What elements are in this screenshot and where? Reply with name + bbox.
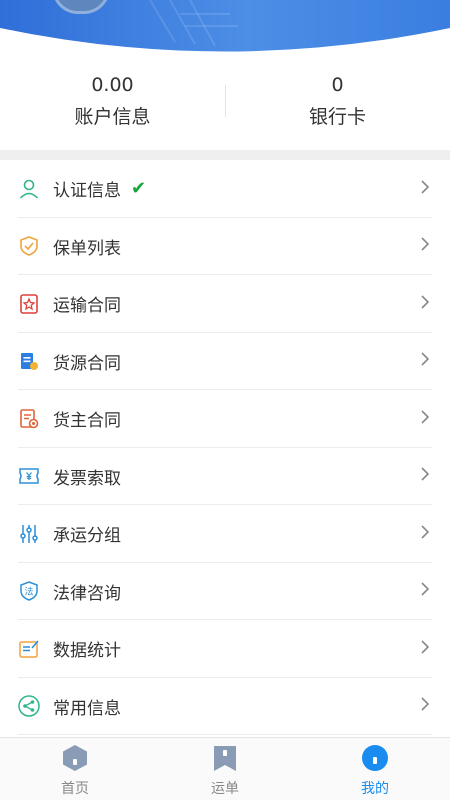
menu-list: 认证信息 ✔ 保单列表 运输合同 货源合同 货主合同 发票索取 承运分组 法 法… — [0, 160, 450, 735]
tab-label: 我的 — [361, 781, 389, 797]
bookmark-icon — [211, 744, 239, 772]
chevron-right-icon — [420, 294, 430, 314]
bottom-tab-bar: 首页 运单 我的 — [0, 737, 450, 800]
shield-check-icon — [18, 235, 40, 257]
chevron-right-icon — [420, 179, 430, 199]
invoice-icon — [18, 465, 40, 487]
menu-item-cargo-contract[interactable]: 货源合同 — [0, 333, 450, 391]
menu-item-label: 货主合同 — [53, 411, 121, 432]
share-icon — [18, 695, 40, 717]
menu-item-label: 认证信息 — [53, 181, 121, 202]
chevron-right-icon — [420, 236, 430, 256]
law-icon: 法 — [18, 580, 40, 602]
chevron-right-icon — [420, 581, 430, 601]
stats-divider — [225, 85, 226, 117]
account-info-label: 账户信息 — [74, 106, 151, 128]
tab-waybill[interactable]: 运单 — [150, 738, 300, 800]
menu-item-label: 保单列表 — [53, 238, 121, 259]
tab-label: 首页 — [61, 781, 89, 797]
menu-item-carrier-group[interactable]: 承运分组 — [0, 505, 450, 563]
section-gap — [0, 150, 450, 160]
menu-item-transport-contract[interactable]: 运输合同 — [0, 275, 450, 333]
menu-item-common-info[interactable]: 常用信息 — [0, 678, 450, 736]
profile-circle-icon — [361, 744, 389, 772]
home-hexagon-icon — [61, 744, 89, 772]
svg-text:法: 法 — [24, 586, 33, 598]
menu-item-data-statistics[interactable]: 数据统计 — [0, 620, 450, 678]
tab-label: 运单 — [211, 781, 239, 797]
menu-item-label: 运输合同 — [53, 296, 121, 317]
stats-icon — [18, 638, 40, 660]
menu-item-invoice-request[interactable]: 发票索取 — [0, 448, 450, 506]
menu-item-policy-list[interactable]: 保单列表 — [0, 218, 450, 276]
account-info-stat[interactable]: 0.00 账户信息 — [0, 62, 225, 150]
chevron-right-icon — [420, 409, 430, 429]
menu-item-label: 常用信息 — [53, 698, 121, 719]
bank-card-stat[interactable]: 0 银行卡 — [225, 62, 450, 150]
menu-item-label: 承运分组 — [53, 526, 121, 547]
menu-item-owner-contract[interactable]: 货主合同 — [0, 390, 450, 448]
menu-item-legal-consult[interactable]: 法 法律咨询 — [0, 563, 450, 621]
bank-card-count: 0 — [331, 74, 344, 96]
menu-item-label: 法律咨询 — [53, 583, 121, 604]
tab-mine[interactable]: 我的 — [300, 738, 450, 800]
menu-item-label: 货源合同 — [53, 353, 121, 374]
menu-item-label: 数据统计 — [53, 641, 121, 662]
chevron-right-icon — [420, 639, 430, 659]
tab-home[interactable]: 首页 — [0, 738, 150, 800]
user-icon — [18, 178, 40, 200]
verified-check-icon: ✔ — [131, 178, 147, 200]
profile-header — [0, 0, 450, 62]
chevron-right-icon — [420, 351, 430, 371]
menu-item-label: 发票索取 — [53, 468, 121, 489]
owner-contract-icon — [18, 408, 40, 430]
account-balance-value: 0.00 — [91, 74, 134, 96]
chevron-right-icon — [420, 466, 430, 486]
bank-card-label: 银行卡 — [308, 106, 366, 128]
star-contract-icon — [18, 293, 40, 315]
chevron-right-icon — [420, 524, 430, 544]
menu-item-verification[interactable]: 认证信息 ✔ — [0, 160, 450, 218]
sliders-icon — [18, 523, 40, 545]
cargo-contract-icon — [18, 350, 40, 372]
chevron-right-icon — [420, 696, 430, 716]
